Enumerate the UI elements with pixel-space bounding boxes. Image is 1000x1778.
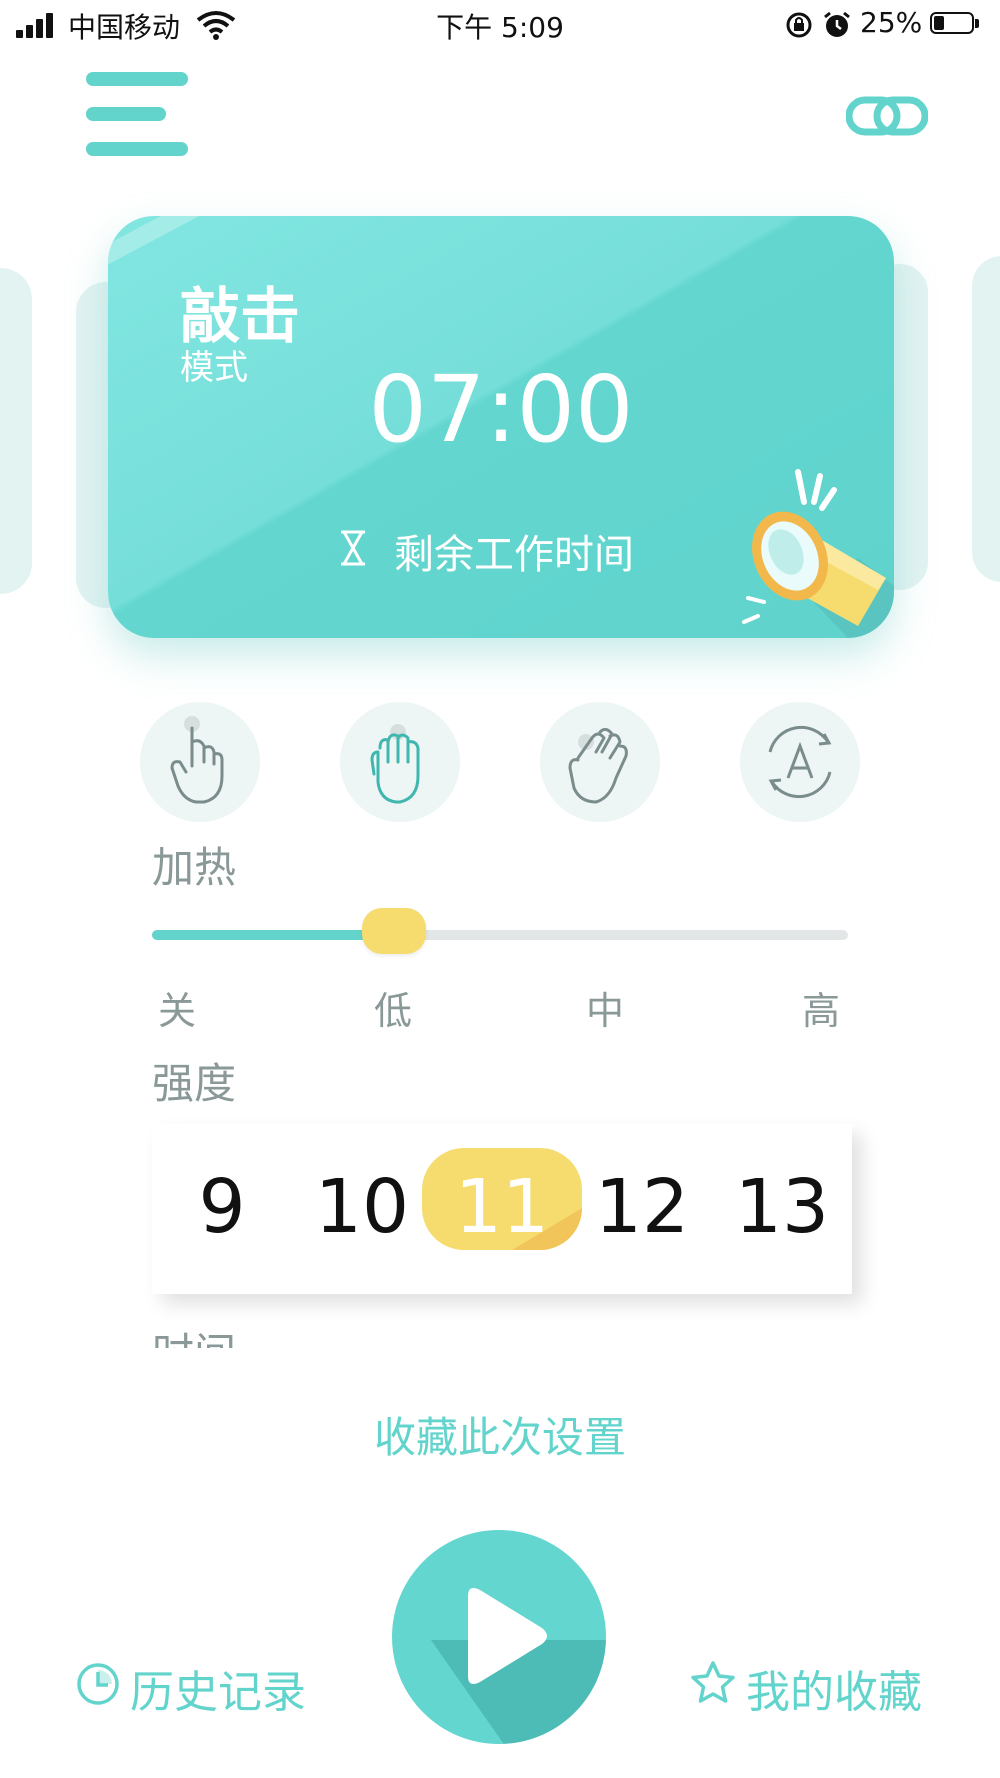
technique-knead-button[interactable] bbox=[340, 702, 460, 822]
intensity-option[interactable]: 13 bbox=[712, 1164, 852, 1250]
auto-mode-icon bbox=[768, 725, 832, 799]
technique-auto-button[interactable] bbox=[740, 702, 860, 822]
grab-hand-icon bbox=[568, 727, 628, 804]
heat-option-medium[interactable]: 中 bbox=[586, 980, 624, 1035]
tap-hand-icon bbox=[170, 716, 224, 804]
heat-slider-fill bbox=[152, 930, 382, 940]
carousel-card-left-edge[interactable] bbox=[0, 268, 32, 594]
clock-icon[interactable] bbox=[76, 1662, 120, 1706]
heat-option-high[interactable]: 高 bbox=[802, 980, 840, 1035]
orientation-lock-icon bbox=[786, 12, 812, 38]
carousel-card-right-edge[interactable] bbox=[972, 256, 1000, 582]
play-icon bbox=[468, 1588, 547, 1684]
timer-display: 07:00 bbox=[368, 356, 634, 463]
remaining-time-label: 剩余工作时间 bbox=[394, 532, 634, 578]
intensity-selected-value: 11 bbox=[454, 1164, 550, 1250]
heat-option-off[interactable]: 关 bbox=[158, 980, 196, 1035]
intensity-option[interactable]: 12 bbox=[572, 1164, 712, 1250]
mode-card[interactable]: 敲击 模式 07:00 剩余工作时间 bbox=[108, 216, 894, 638]
status-bar: 中国移动 下午 5:09 25% bbox=[0, 0, 1000, 50]
battery-icon bbox=[930, 12, 980, 36]
time-label: 时间 bbox=[152, 1320, 236, 1348]
heat-option-low[interactable]: 低 bbox=[374, 980, 412, 1035]
intensity-option[interactable]: 10 bbox=[292, 1164, 432, 1250]
intensity-picker[interactable]: 9 10 11 12 13 bbox=[152, 1124, 852, 1294]
save-settings-link[interactable]: 收藏此次设置 bbox=[0, 1404, 1000, 1465]
technique-grab-button[interactable] bbox=[540, 702, 660, 822]
intensity-option[interactable]: 9 bbox=[152, 1164, 292, 1250]
play-button[interactable] bbox=[392, 1530, 606, 1744]
alarm-icon bbox=[824, 11, 850, 37]
link-icon[interactable] bbox=[846, 94, 928, 138]
star-icon[interactable] bbox=[690, 1660, 736, 1706]
intensity-label: 强度 bbox=[152, 1059, 237, 1108]
knead-fist-icon bbox=[370, 724, 420, 804]
favorites-link[interactable]: 我的收藏 bbox=[746, 1656, 922, 1720]
intensity-selected[interactable]: 11 bbox=[422, 1148, 582, 1250]
heat-label: 加热 bbox=[152, 843, 237, 892]
battery-percentage: 25% bbox=[860, 6, 923, 39]
hourglass-icon bbox=[341, 530, 365, 566]
history-link[interactable]: 历史记录 bbox=[130, 1656, 306, 1720]
menu-icon[interactable] bbox=[86, 72, 188, 156]
technique-tap-button[interactable] bbox=[140, 702, 260, 822]
megaphone-icon bbox=[742, 469, 894, 638]
heat-slider-thumb[interactable] bbox=[362, 908, 426, 954]
